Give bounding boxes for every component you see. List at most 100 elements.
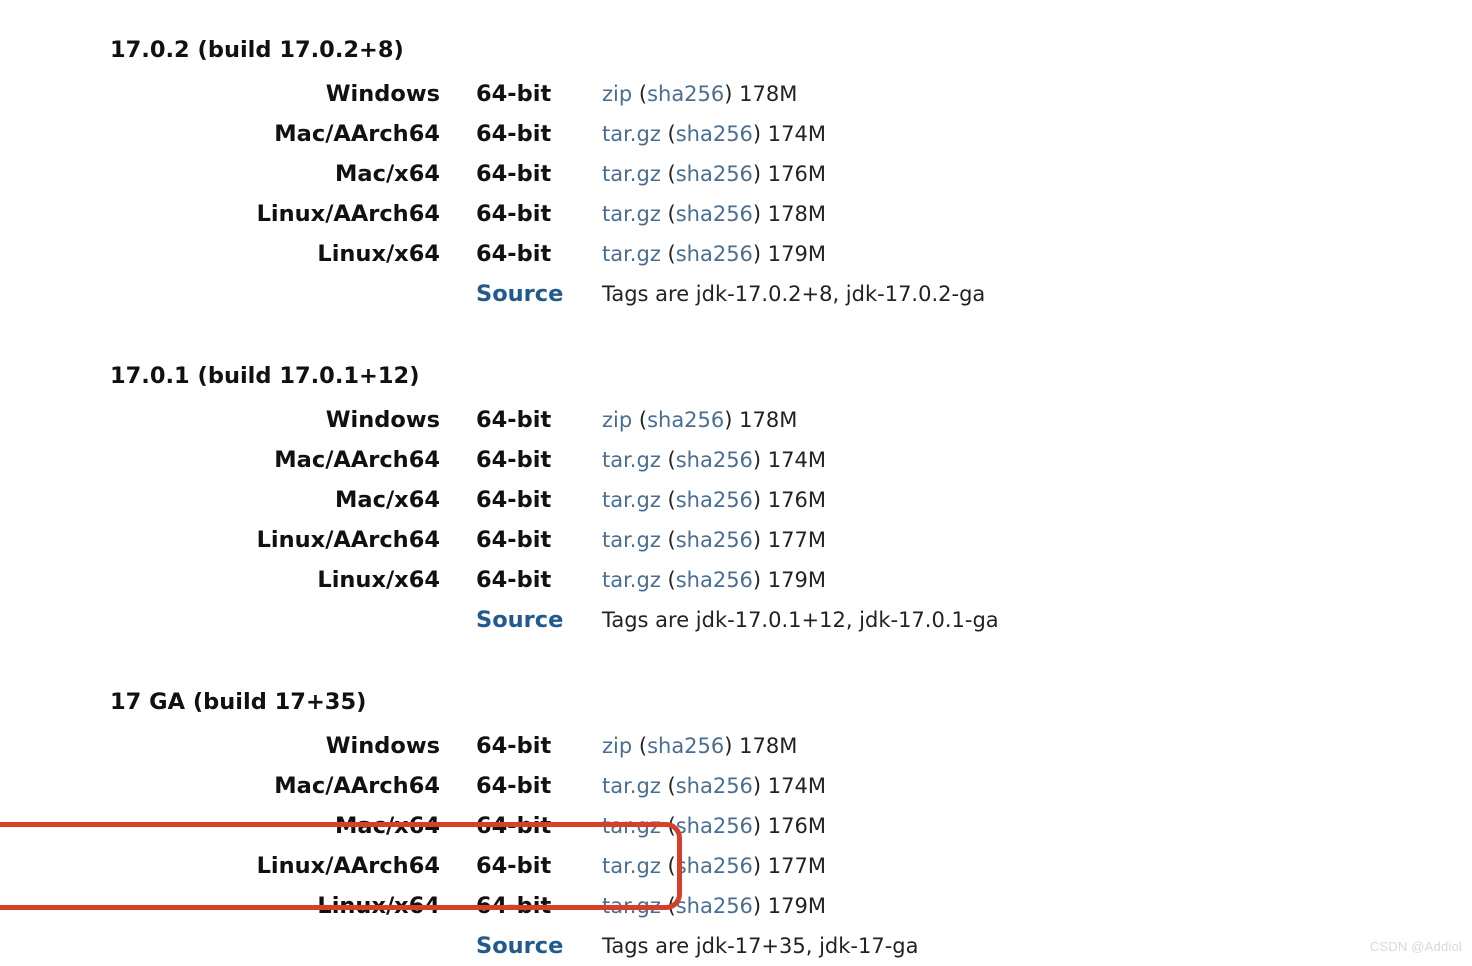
- format-link[interactable]: zip: [602, 82, 632, 106]
- download-row: Mac/AArch6464-bittar.gz (sha256) 174M: [0, 114, 985, 154]
- format-link[interactable]: tar.gz: [602, 448, 661, 472]
- download-row: Linux/x6464-bittar.gz (sha256) 179M: [0, 234, 985, 274]
- source-row: SourceTags are jdk-17.0.1+12, jdk-17.0.1…: [0, 600, 999, 640]
- os-label: Mac/x64: [0, 154, 476, 194]
- arch-label: 64-bit: [476, 194, 602, 234]
- download-row: Linux/x6464-bittar.gz (sha256) 179M: [0, 560, 999, 600]
- download-row: Windows64-bitzip (sha256) 178M: [0, 726, 919, 766]
- sha-link[interactable]: sha256: [676, 854, 753, 878]
- format-link[interactable]: tar.gz: [602, 488, 661, 512]
- arch-label: 64-bit: [476, 886, 602, 926]
- file-size: 174M: [768, 774, 826, 798]
- file-size: 178M: [739, 734, 797, 758]
- version-heading: 17.0.1 (build 17.0.1+12): [110, 358, 1472, 394]
- download-cell: zip (sha256) 178M: [602, 400, 999, 440]
- source-link[interactable]: Source: [476, 607, 563, 633]
- format-link[interactable]: tar.gz: [602, 894, 661, 918]
- arch-label: 64-bit: [476, 400, 602, 440]
- sha-link[interactable]: sha256: [676, 568, 753, 592]
- version-heading: 17 GA (build 17+35): [110, 684, 1472, 720]
- sha-link[interactable]: sha256: [676, 448, 753, 472]
- download-table: Windows64-bitzip (sha256) 178MMac/AArch6…: [0, 74, 985, 314]
- format-link[interactable]: tar.gz: [602, 242, 661, 266]
- format-link[interactable]: tar.gz: [602, 162, 661, 186]
- download-cell: tar.gz (sha256) 179M: [602, 234, 985, 274]
- download-listing: { "watermark": "CSDN @Addiol", "sha_labe…: [0, 0, 1472, 966]
- file-size: 179M: [768, 242, 826, 266]
- download-row: Mac/x6464-bittar.gz (sha256) 176M: [0, 806, 919, 846]
- sha-link[interactable]: sha256: [676, 242, 753, 266]
- arch-label: 64-bit: [476, 234, 602, 274]
- file-size: 176M: [768, 488, 826, 512]
- file-size: 177M: [768, 854, 826, 878]
- os-label: Mac/AArch64: [0, 766, 476, 806]
- os-label: Mac/AArch64: [0, 114, 476, 154]
- download-row: Mac/x6464-bittar.gz (sha256) 176M: [0, 480, 999, 520]
- file-size: 179M: [768, 894, 826, 918]
- format-link[interactable]: zip: [602, 408, 632, 432]
- download-row: Windows64-bitzip (sha256) 178M: [0, 400, 999, 440]
- sha-link[interactable]: sha256: [676, 202, 753, 226]
- os-label: Mac/x64: [0, 480, 476, 520]
- sha-link[interactable]: sha256: [676, 528, 753, 552]
- os-label: Linux/x64: [0, 560, 476, 600]
- arch-label: 64-bit: [476, 560, 602, 600]
- arch-label: 64-bit: [476, 846, 602, 886]
- download-cell: zip (sha256) 178M: [602, 74, 985, 114]
- download-cell: tar.gz (sha256) 174M: [602, 766, 919, 806]
- sha-link[interactable]: sha256: [676, 488, 753, 512]
- file-size: 179M: [768, 568, 826, 592]
- sha-link[interactable]: sha256: [647, 82, 724, 106]
- download-cell: tar.gz (sha256) 174M: [602, 114, 985, 154]
- arch-label: 64-bit: [476, 726, 602, 766]
- file-size: 174M: [768, 122, 826, 146]
- format-link[interactable]: tar.gz: [602, 528, 661, 552]
- format-link[interactable]: tar.gz: [602, 814, 661, 838]
- os-label: Windows: [0, 74, 476, 114]
- source-link[interactable]: Source: [476, 933, 563, 959]
- download-cell: tar.gz (sha256) 176M: [602, 154, 985, 194]
- download-row: Linux/AArch6464-bittar.gz (sha256) 177M: [0, 520, 999, 560]
- version-section: 17.0.2 (build 17.0.2+8)Windows64-bitzip …: [0, 32, 1472, 314]
- file-size: 178M: [768, 202, 826, 226]
- download-cell: tar.gz (sha256) 177M: [602, 520, 999, 560]
- format-link[interactable]: tar.gz: [602, 854, 661, 878]
- download-cell: tar.gz (sha256) 178M: [602, 194, 985, 234]
- sha-link[interactable]: sha256: [676, 814, 753, 838]
- format-link[interactable]: tar.gz: [602, 202, 661, 226]
- sha-link[interactable]: sha256: [676, 774, 753, 798]
- download-row: Linux/AArch6464-bittar.gz (sha256) 177M: [0, 846, 919, 886]
- os-label: Linux/AArch64: [0, 194, 476, 234]
- format-link[interactable]: tar.gz: [602, 568, 661, 592]
- version-heading: 17.0.2 (build 17.0.2+8): [110, 32, 1472, 68]
- os-label: Linux/x64: [0, 886, 476, 926]
- download-row: Mac/AArch6464-bittar.gz (sha256) 174M: [0, 766, 919, 806]
- download-table: Windows64-bitzip (sha256) 178MMac/AArch6…: [0, 400, 999, 640]
- source-row: Source Tags are jdk-17+35, jdk-17-ga: [0, 926, 919, 966]
- os-label: Linux/AArch64: [0, 846, 476, 886]
- file-size: 178M: [739, 82, 797, 106]
- sha-link[interactable]: sha256: [676, 162, 753, 186]
- sha-link[interactable]: sha256: [647, 408, 724, 432]
- download-cell: tar.gz (sha256) 174M: [602, 440, 999, 480]
- download-row: Mac/AArch6464-bittar.gz (sha256) 174M: [0, 440, 999, 480]
- sha-link[interactable]: sha256: [676, 122, 753, 146]
- source-tags: Tags are jdk-17+35, jdk-17-ga: [602, 926, 919, 966]
- os-label: Windows: [0, 400, 476, 440]
- format-link[interactable]: tar.gz: [602, 122, 661, 146]
- sha-link[interactable]: sha256: [647, 734, 724, 758]
- file-size: 174M: [768, 448, 826, 472]
- format-link[interactable]: tar.gz: [602, 774, 661, 798]
- os-label: Mac/x64: [0, 806, 476, 846]
- arch-label: 64-bit: [476, 74, 602, 114]
- download-table: Windows64-bitzip (sha256) 178MMac/AArch6…: [0, 726, 919, 966]
- arch-label: 64-bit: [476, 114, 602, 154]
- arch-label: 64-bit: [476, 806, 602, 846]
- os-label: Linux/AArch64: [0, 520, 476, 560]
- download-row: Linux/x6464-bittar.gz (sha256) 179M: [0, 886, 919, 926]
- download-cell: tar.gz (sha256) 179M: [602, 560, 999, 600]
- sha-link[interactable]: sha256: [676, 894, 753, 918]
- source-link[interactable]: Source: [476, 281, 563, 307]
- arch-label: 64-bit: [476, 766, 602, 806]
- format-link[interactable]: zip: [602, 734, 632, 758]
